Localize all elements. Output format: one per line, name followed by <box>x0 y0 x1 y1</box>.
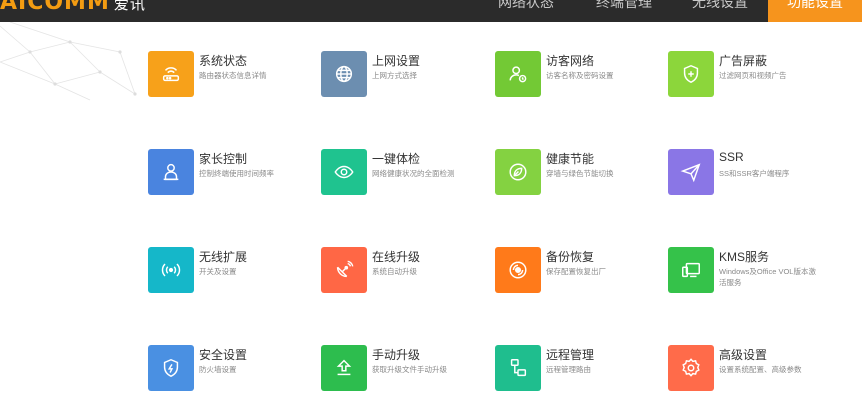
tile-advanced-settings[interactable]: 高级设置 设置系统配置、高级参数 <box>668 344 818 394</box>
tile-title: 系统状态 <box>199 54 248 68</box>
tile-title: SSR <box>719 150 744 164</box>
gear-icon <box>668 345 714 391</box>
tile-description: 路由器状态信息详情 <box>199 71 267 80</box>
tile-one-click-check[interactable]: 一键体检 网络健康状况的全面检测 <box>321 148 471 198</box>
remote-network-icon <box>495 345 541 391</box>
wifi-extend-icon <box>148 247 194 293</box>
upload-icon <box>321 345 367 391</box>
tile-description: 控制终端使用时间频率 <box>199 169 274 178</box>
kms-device-icon <box>668 247 714 293</box>
tile-energy-saving[interactable]: 健康节能 穿墙与绿色节能切换 <box>495 148 645 198</box>
tile-description: 上网方式选择 <box>372 71 417 80</box>
satellite-icon <box>321 247 367 293</box>
leaf-icon <box>495 149 541 195</box>
tile-title: 健康节能 <box>546 152 595 166</box>
tile-remote-management[interactable]: 远程管理 远程管理路由 <box>495 344 645 394</box>
tile-guest-network[interactable]: 访客网络 访客名称及密码设置 <box>495 50 645 100</box>
menu-icon[interactable] <box>449 0 467 7</box>
tile-title: 远程管理 <box>546 348 595 362</box>
tile-backup-restore[interactable]: 备份恢复 保存配置恢复出厂 <box>495 246 645 296</box>
tile-manual-upgrade[interactable]: 手动升级 获取升级文件手动升级 <box>321 344 471 394</box>
tile-system-status[interactable]: 系统状态 路由器状态信息详情 <box>148 50 298 100</box>
tile-description: Windows及Office VOL版本激活服务 <box>719 267 816 287</box>
tile-description: 设置系统配置、高级参数 <box>719 365 802 374</box>
tile-description: 远程管理路由 <box>546 365 591 374</box>
tile-title: 安全设置 <box>199 348 248 362</box>
brand-logo[interactable]: AICOMM 爱讯 <box>0 0 146 20</box>
tile-description: 过滤网页和视频广告 <box>719 71 787 80</box>
tile-title: KMS服务 <box>719 250 770 264</box>
tile-description: 访客名称及密码设置 <box>546 71 614 80</box>
tile-security-settings[interactable]: 安全设置 防火墙设置 <box>148 344 298 394</box>
tile-title: 访客网络 <box>546 54 595 68</box>
router-icon <box>148 51 194 97</box>
tile-description: 保存配置恢复出厂 <box>546 267 606 276</box>
tile-ad-blocking[interactable]: 广告屏蔽 过滤网页和视频广告 <box>668 50 818 100</box>
nav-wireless-settings[interactable]: 无线设置 <box>692 0 748 22</box>
tile-ssr[interactable]: SSR SS和SSR客户端程序 <box>668 148 818 198</box>
guest-user-icon <box>495 51 541 97</box>
tile-title: 一键体检 <box>372 152 421 166</box>
tile-description: SS和SSR客户端程序 <box>719 169 790 178</box>
shield-plus-icon <box>668 51 714 97</box>
nav-function-settings[interactable]: 功能设置 <box>768 0 862 22</box>
tile-title: 手动升级 <box>372 348 421 362</box>
tile-title: 上网设置 <box>372 54 421 68</box>
tile-description: 防火墙设置 <box>199 365 237 374</box>
nav-network-status[interactable]: 网络状态 <box>498 0 554 22</box>
tile-title: 广告屏蔽 <box>719 54 768 68</box>
tile-wireless-extension[interactable]: 无线扩展 开关及设置 <box>148 246 298 296</box>
tile-title: 家长控制 <box>199 152 248 166</box>
paper-plane-icon <box>668 149 714 195</box>
backup-icon <box>495 247 541 293</box>
top-nav-bar: AICOMM 爱讯 网络状态 终端管理 无线设置 功能设置 <box>0 0 862 22</box>
tile-description: 穿墙与绿色节能切换 <box>546 169 614 178</box>
tile-title: 高级设置 <box>719 348 768 362</box>
globe-icon <box>321 51 367 97</box>
nav-function-settings-label: 功能设置 <box>787 0 843 10</box>
decorative-network-lines <box>0 22 137 101</box>
parent-user-icon <box>148 149 194 195</box>
tile-description: 获取升级文件手动升级 <box>372 365 447 374</box>
tile-parental-control[interactable]: 家长控制 控制终端使用时间频率 <box>148 148 298 198</box>
security-shield-icon <box>148 345 194 391</box>
brand-logo-text: AICOMM <box>0 0 110 15</box>
tile-kms-service[interactable]: KMS服务 Windows及Office VOL版本激活服务 <box>668 246 818 296</box>
tile-description: 系统自动升级 <box>372 267 417 276</box>
tile-description: 网络健康状况的全面检测 <box>372 169 455 178</box>
tile-online-upgrade[interactable]: 在线升级 系统自动升级 <box>321 246 471 296</box>
tile-internet-settings[interactable]: 上网设置 上网方式选择 <box>321 50 471 100</box>
nav-terminal-management[interactable]: 终端管理 <box>596 0 652 22</box>
tile-title: 在线升级 <box>372 250 421 264</box>
brand-subtitle: 爱讯 <box>113 0 146 13</box>
tile-description: 开关及设置 <box>199 267 237 276</box>
tile-title: 无线扩展 <box>199 250 248 264</box>
tile-title: 备份恢复 <box>546 250 595 264</box>
eye-icon <box>321 149 367 195</box>
